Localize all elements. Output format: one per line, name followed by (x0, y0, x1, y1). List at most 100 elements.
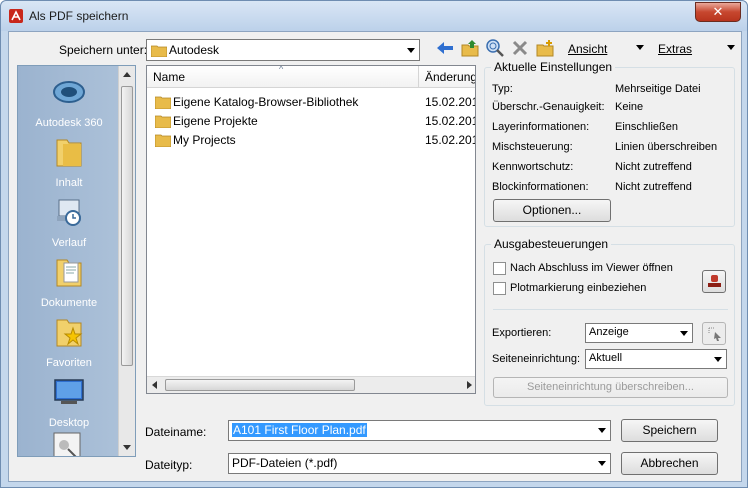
place-favoriten[interactable]: Favoriten (18, 314, 120, 369)
places-scrollbar[interactable] (118, 66, 135, 456)
view-menu[interactable]: Ansicht (568, 42, 607, 56)
plot-stamp-settings-button[interactable] (702, 270, 726, 293)
places-bar: Autodesk 360 Inhalt Verlauf Dokumente Fa… (17, 65, 136, 457)
view-menu-label: Ansicht (568, 42, 608, 56)
close-icon: ✕ (712, 4, 724, 19)
cancel-button-label: Abbrechen (640, 456, 699, 470)
place-desktop[interactable]: Desktop (18, 374, 120, 429)
cancel-button[interactable]: Abbrechen (621, 452, 718, 475)
new-folder-icon (536, 40, 554, 57)
filetype-select[interactable]: PDF-Dateien (*.pdf) (228, 453, 611, 474)
close-button[interactable]: ✕ (695, 2, 741, 22)
plot-stamp-label[interactable]: Plotmarkierung einbeziehen (510, 282, 646, 294)
window-title: Als PDF speichern (29, 9, 129, 23)
select-window-button[interactable] (702, 322, 726, 345)
select-cursor-icon (708, 327, 721, 341)
file-date: 15.02.2013 (425, 95, 475, 109)
title-bar[interactable]: Als PDF speichern ✕ (1, 1, 747, 31)
divider (493, 309, 728, 310)
page-setup-label: Seiteneinrichtung: (492, 353, 581, 365)
scroll-thumb[interactable] (121, 86, 133, 366)
setting-key: Mischsteuerung: (492, 141, 573, 153)
setting-value: Einschließen (615, 121, 678, 133)
setting-value: Nicht zutreffend (615, 181, 692, 193)
open-in-viewer-label[interactable]: Nach Abschluss im Viewer öffnen (510, 262, 673, 274)
dialog-window: Als PDF speichern ✕ Speichern unter: Aut… (0, 0, 748, 488)
sort-ascending-icon: ^ (279, 65, 284, 74)
folder-icon (155, 134, 171, 147)
export-label: Exportieren: (492, 327, 552, 339)
filename-label: Dateiname: (145, 425, 207, 439)
search-web-icon (486, 39, 504, 57)
search-web-button[interactable] (485, 38, 505, 58)
place-label: Verlauf (51, 237, 87, 249)
place-autodesk-360[interactable]: Autodesk 360 (18, 74, 120, 129)
options-button-label: Optionen... (522, 203, 582, 217)
chevron-down-icon (714, 357, 722, 362)
file-name: Eigene Katalog-Browser-Bibliothek (173, 95, 359, 109)
save-in-value: Autodesk (169, 43, 220, 57)
open-in-viewer-checkbox[interactable] (493, 262, 506, 275)
extras-dropdown-icon[interactable] (727, 45, 735, 50)
stamp-icon (708, 275, 721, 287)
plot-stamp-checkbox[interactable] (493, 282, 506, 295)
view-dropdown-icon[interactable] (636, 45, 644, 50)
scroll-right-icon[interactable] (467, 381, 472, 389)
new-folder-button[interactable] (535, 38, 555, 58)
place-label: Dokumente (40, 297, 98, 309)
chevron-down-icon (598, 461, 606, 466)
delete-icon (512, 40, 528, 56)
setting-key: Typ: (492, 83, 513, 95)
autodesk-360-icon (53, 81, 85, 103)
setting-key: Kennwortschutz: (492, 161, 574, 173)
back-button[interactable] (435, 38, 455, 58)
table-row[interactable]: Eigene Katalog-Browser-Bibliothek 15.02.… (147, 93, 475, 112)
folder-icon (155, 115, 171, 128)
file-list[interactable]: Name ^ Änderung Eigene Katalog-Browser-B… (146, 65, 476, 394)
chevron-down-icon (407, 48, 415, 53)
setting-key: Blockinformationen: (492, 181, 589, 193)
place-label: Inhalt (55, 177, 83, 189)
save-button[interactable]: Speichern (621, 419, 718, 442)
autocad-logo-icon (9, 9, 23, 23)
documents-icon (56, 259, 82, 287)
extras-menu[interactable]: Extras (658, 42, 692, 56)
file-list-hscrollbar[interactable] (147, 376, 475, 393)
export-select[interactable]: Anzeige (585, 323, 693, 343)
scroll-up-icon[interactable] (123, 72, 131, 77)
up-folder-button[interactable] (460, 38, 480, 58)
override-page-setup-button[interactable]: Seiteneinrichtung überschreiben... (493, 377, 728, 398)
desktop-icon (54, 379, 84, 404)
table-row[interactable]: Eigene Projekte 15.02.2013 (147, 112, 475, 131)
chevron-down-icon (598, 428, 606, 433)
filename-input[interactable]: A101 First Floor Plan.pdf (228, 420, 611, 441)
setting-value: Keine (615, 101, 644, 113)
folder-icon (151, 45, 167, 57)
delete-button[interactable] (510, 38, 530, 58)
filename-value: A101 First Floor Plan.pdf (232, 423, 367, 437)
file-name: Eigene Projekte (173, 114, 258, 128)
filename-selected-text: A101 First Floor Plan.pdf (232, 423, 367, 437)
up-folder-icon (461, 40, 479, 57)
scroll-thumb[interactable] (165, 379, 355, 391)
scroll-left-icon[interactable] (152, 381, 157, 389)
table-row[interactable]: My Projects 15.02.2013 (147, 131, 475, 150)
output-controls-title: Ausgabesteuerungen (491, 237, 612, 251)
place-verlauf[interactable]: Verlauf (18, 194, 120, 249)
scroll-down-icon[interactable] (123, 445, 131, 450)
network-icon[interactable] (52, 431, 82, 457)
page-setup-select[interactable]: Aktuell (585, 349, 727, 369)
options-button[interactable]: Optionen... (493, 199, 611, 222)
page-setup-value: Aktuell (589, 352, 623, 364)
save-in-combo[interactable]: Autodesk (146, 39, 420, 61)
column-header-date[interactable]: Änderung (419, 66, 475, 88)
output-controls-group: Ausgabesteuerungen Nach Abschluss im Vie… (484, 237, 735, 406)
file-date: 15.02.2013 (425, 133, 475, 147)
extras-menu-label: Extras (658, 42, 693, 56)
column-header-name[interactable]: Name ^ (147, 66, 419, 88)
favorites-icon (56, 319, 83, 347)
place-dokumente[interactable]: Dokumente (18, 254, 120, 309)
place-inhalt[interactable]: Inhalt (18, 134, 120, 189)
folder-icon (155, 96, 171, 109)
setting-value: Linien überschreiben (615, 141, 718, 153)
